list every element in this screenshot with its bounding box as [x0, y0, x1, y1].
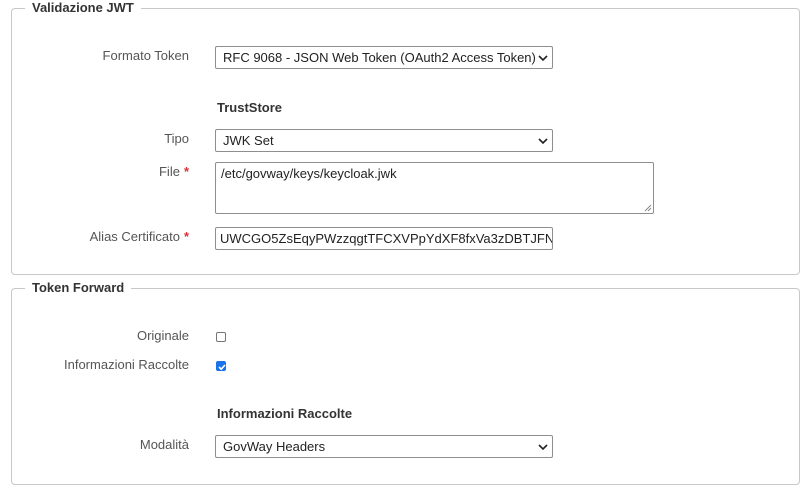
alias-certificato-value: UWCGO5ZsEqyPWzzqgtTFCXVPpYdXF8fxVa3zDBTJ…	[220, 231, 553, 246]
tipo-value: JWK Set	[223, 133, 274, 148]
required-marker: *	[183, 164, 189, 179]
chevron-down-icon	[538, 138, 548, 145]
modalita-select[interactable]: GovWay Headers	[215, 435, 553, 458]
validazione-jwt-section: Validazione JWT Formato Token RFC 9068 -…	[11, 0, 800, 275]
tipo-select[interactable]: JWK Set	[215, 129, 553, 152]
file-textarea[interactable]: /etc/govway/keys/keycloak.jwk	[215, 162, 654, 214]
alias-certificato-label: Alias Certificato *	[90, 228, 189, 246]
informazioni-raccolte-label: Informazioni Raccolte	[64, 357, 189, 372]
chevron-down-icon	[538, 55, 548, 62]
section-title-token-forward: Token Forward	[25, 279, 132, 297]
originale-label: Originale	[136, 328, 189, 343]
modalita-value: GovWay Headers	[223, 439, 326, 454]
section-title-validazione-jwt: Validazione JWT	[25, 0, 141, 17]
file-value: /etc/govway/keys/keycloak.jwk	[221, 166, 397, 181]
checkmark-icon	[218, 364, 226, 371]
formato-token-select[interactable]: RFC 9068 - JSON Web Token (OAuth2 Access…	[215, 46, 553, 69]
informazioni-raccolte-heading: Informazioni Raccolte	[217, 406, 353, 421]
required-marker: *	[183, 229, 189, 244]
informazioni-raccolte-checkbox[interactable]	[216, 361, 226, 371]
formato-token-label: Formato Token	[102, 48, 189, 63]
resize-grip-icon[interactable]	[644, 204, 652, 212]
modalita-label: Modalità	[139, 437, 189, 452]
formato-token-value: RFC 9068 - JSON Web Token (OAuth2 Access…	[223, 50, 536, 65]
file-label-text: File	[158, 164, 180, 179]
tipo-label: Tipo	[164, 131, 189, 146]
alias-certificato-label-text: Alias Certificato	[89, 229, 180, 244]
chevron-down-icon	[538, 444, 548, 451]
originale-checkbox[interactable]	[216, 332, 226, 342]
truststore-heading: TrustStore	[217, 100, 283, 115]
token-forward-section: Token Forward Originale Informazioni Rac…	[11, 279, 800, 485]
file-label: File *	[159, 163, 189, 181]
alias-certificato-input[interactable]: UWCGO5ZsEqyPWzzqgtTFCXVPpYdXF8fxVa3zDBTJ…	[215, 227, 553, 250]
